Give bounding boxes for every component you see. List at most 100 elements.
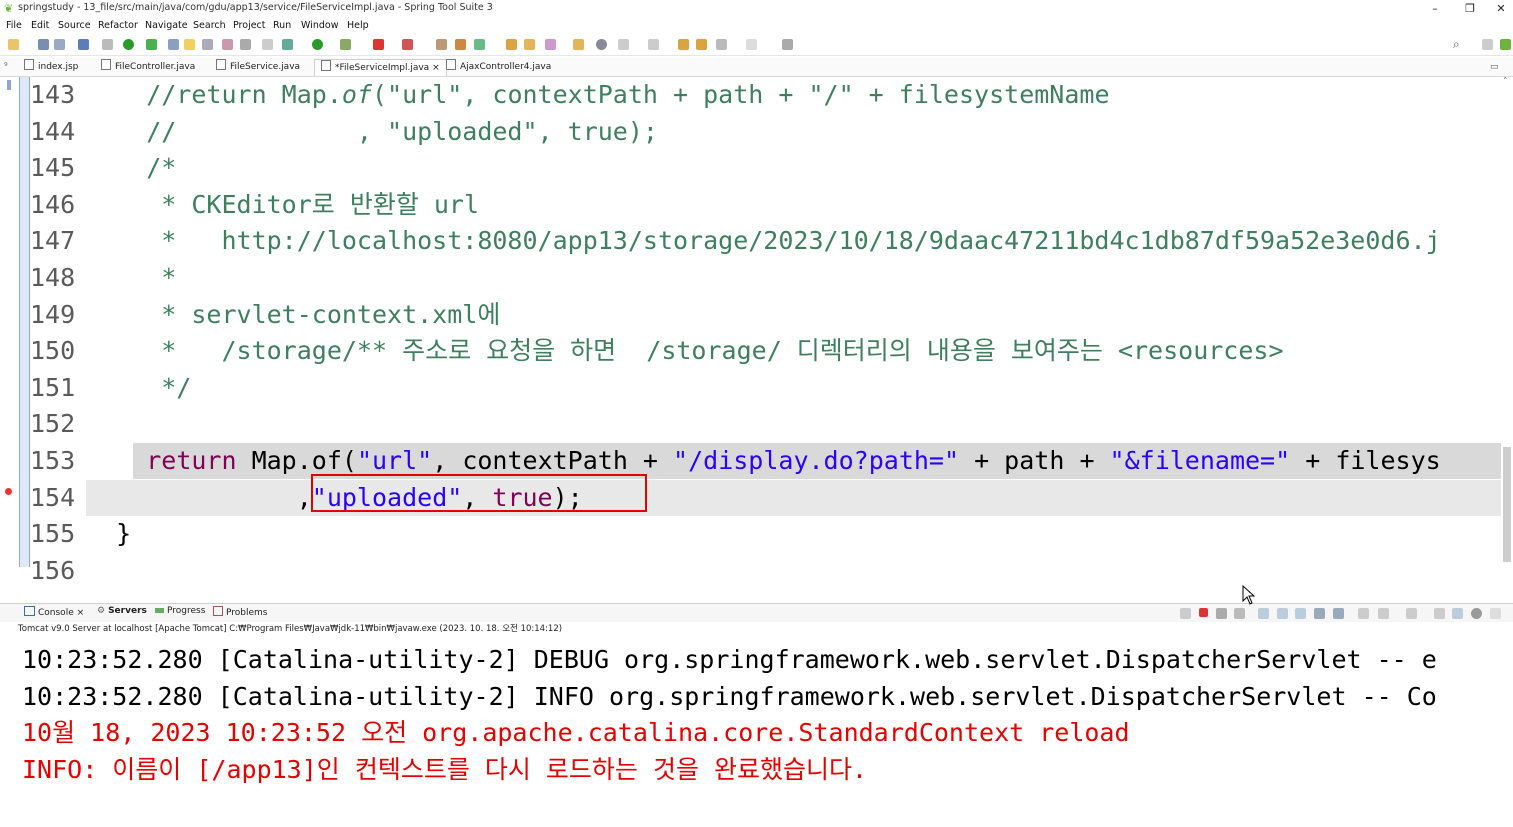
- show-whitespace-icon[interactable]: [240, 39, 251, 50]
- link-icon[interactable]: [1452, 608, 1463, 619]
- terminate-icon[interactable]: [1199, 608, 1208, 617]
- mark-occurrences-icon[interactable]: [184, 39, 195, 50]
- disconnect-icon[interactable]: [1180, 608, 1191, 619]
- word-wrap-icon[interactable]: [222, 39, 233, 50]
- menu-source[interactable]: Source: [58, 20, 91, 31]
- save-all-icon[interactable]: [54, 39, 65, 50]
- servers-icon: ⚙: [97, 606, 106, 616]
- back-icon[interactable]: [716, 39, 727, 50]
- scroll-left-icon[interactable]: ‹: [86, 583, 90, 585]
- minimize-button[interactable]: –: [1418, 0, 1452, 19]
- code-line: 152: [0, 406, 1513, 443]
- minimize-editor-icon[interactable]: ▭: [1490, 59, 1499, 75]
- display-console-icon[interactable]: [1358, 608, 1369, 619]
- search-tool-icon[interactable]: [545, 39, 556, 50]
- gear-icon[interactable]: [1471, 608, 1482, 619]
- console-output[interactable]: 10:23:52.280 [Catalina-utility-2] DEBUG …: [0, 636, 1513, 827]
- view-menu-icon[interactable]: [1434, 608, 1445, 619]
- pin-console-icon[interactable]: [1333, 608, 1344, 619]
- line-number: 151: [30, 372, 76, 402]
- block-selection-icon[interactable]: [202, 39, 213, 50]
- open-folder-icon[interactable]: [573, 39, 584, 50]
- tab-servers[interactable]: ⚙ Servers: [97, 606, 147, 616]
- word-wrap-console-icon[interactable]: [1277, 608, 1288, 619]
- scroll-right-icon[interactable]: ›: [1490, 583, 1494, 585]
- tab-fileservice[interactable]: FileService.java: [216, 59, 300, 75]
- open-perspective-icon[interactable]: [1482, 39, 1493, 50]
- close-button[interactable]: ✕: [1489, 0, 1513, 19]
- tab-filecontroller[interactable]: FileController.java: [101, 59, 195, 75]
- remove-launch-icon[interactable]: [1216, 608, 1227, 619]
- new-class-icon[interactable]: [474, 39, 485, 50]
- new-java-project-icon[interactable]: [436, 39, 447, 50]
- refresh-icon[interactable]: [146, 39, 157, 50]
- tab-ajaxcontroller4[interactable]: AjaxController4.java: [446, 59, 551, 75]
- tab-menu-icon[interactable]: ⁹: [4, 59, 8, 75]
- tab-index-jsp[interactable]: index.jsp: [24, 59, 78, 75]
- scroll-lock-icon[interactable]: [1258, 608, 1269, 619]
- menu-search[interactable]: Search: [193, 20, 226, 31]
- pin-icon[interactable]: [168, 39, 179, 50]
- maximize-editor-icon[interactable]: [782, 39, 793, 50]
- menu-run[interactable]: Run: [273, 20, 291, 31]
- show-stderr-icon[interactable]: [1314, 608, 1325, 619]
- menu-window[interactable]: Window: [301, 20, 338, 31]
- menu-file[interactable]: File: [6, 20, 22, 31]
- horizontal-scrollbar[interactable]: ‹ ›: [86, 583, 1496, 585]
- new-package-icon[interactable]: [455, 39, 466, 50]
- open-task-icon[interactable]: [524, 39, 535, 50]
- skip-breakpoints-icon[interactable]: [102, 39, 113, 50]
- code-token: "&filename=": [1109, 446, 1291, 475]
- code-token: ,: [86, 482, 312, 512]
- last-edit-icon[interactable]: [678, 39, 689, 50]
- restore-button[interactable]: ❐: [1453, 0, 1487, 19]
- code-token: // , "uploaded", true);: [86, 116, 658, 146]
- stop-icon[interactable]: [373, 39, 384, 50]
- vertical-scroll-thumb[interactable]: [1503, 447, 1511, 562]
- new-console-icon[interactable]: [1406, 608, 1417, 619]
- tab-progress[interactable]: Progress: [155, 606, 205, 616]
- previous-annotation-icon[interactable]: [648, 39, 659, 50]
- search-icon[interactable]: ⌕: [1453, 38, 1464, 50]
- editor-tab-bar: ⁹ index.jsp FileController.java FileServ…: [0, 58, 1513, 77]
- java-file-icon: [446, 59, 456, 70]
- remove-all-icon[interactable]: [1234, 608, 1245, 619]
- menu-refactor[interactable]: Refactor: [98, 20, 138, 31]
- code-token: }: [86, 519, 132, 549]
- tab-close-icon[interactable]: ×: [432, 63, 440, 73]
- tab-problems[interactable]: Problems: [213, 606, 267, 618]
- tab-console[interactable]: Console ×: [24, 606, 84, 618]
- vertical-scrollbar[interactable]: ˄: [1501, 77, 1513, 585]
- code-token: ("url", contextPath + path + "/" + files…: [371, 80, 1110, 109]
- tab-fileserviceimpl[interactable]: *FileServiceImpl.java ×: [314, 59, 447, 76]
- show-stdout-icon[interactable]: [1295, 608, 1306, 619]
- menu-help[interactable]: Help: [347, 20, 369, 31]
- menu-navigate[interactable]: Navigate: [145, 20, 188, 31]
- code-text: * http://localhost:8080/app13/storage/20…: [86, 223, 1440, 259]
- paragraph-icon[interactable]: [262, 39, 273, 50]
- forward-edit-icon[interactable]: [696, 39, 707, 50]
- next-annotation-icon[interactable]: [618, 39, 629, 50]
- coverage-icon[interactable]: [340, 39, 351, 50]
- globe-icon[interactable]: [596, 39, 607, 50]
- start-server-icon[interactable]: [123, 39, 134, 50]
- run-icon[interactable]: [312, 39, 323, 50]
- code-editor[interactable]: 143 //return Map.of("url", contextPath +…: [0, 77, 1513, 585]
- scroll-up-icon[interactable]: ˄: [1503, 77, 1508, 87]
- code-token: //return Map.: [86, 80, 342, 109]
- new-icon[interactable]: [8, 39, 19, 50]
- external-tools-icon[interactable]: [402, 39, 413, 50]
- line-number: 153: [30, 446, 76, 475]
- terminal-icon[interactable]: [78, 39, 89, 50]
- forward-icon[interactable]: [746, 39, 757, 50]
- menu-edit[interactable]: Edit: [31, 20, 49, 31]
- minimize-console-icon[interactable]: [1490, 608, 1501, 619]
- window-title: springstudy - 13_file/src/main/java/com/…: [18, 2, 493, 13]
- menu-project[interactable]: Project: [233, 20, 266, 31]
- tab-close-icon[interactable]: ×: [77, 608, 85, 618]
- save-icon[interactable]: [38, 39, 49, 50]
- open-type-icon[interactable]: [506, 39, 517, 50]
- debug-icon[interactable]: [282, 39, 293, 50]
- spring-perspective-icon[interactable]: [1500, 39, 1511, 50]
- open-console-icon[interactable]: [1378, 608, 1389, 619]
